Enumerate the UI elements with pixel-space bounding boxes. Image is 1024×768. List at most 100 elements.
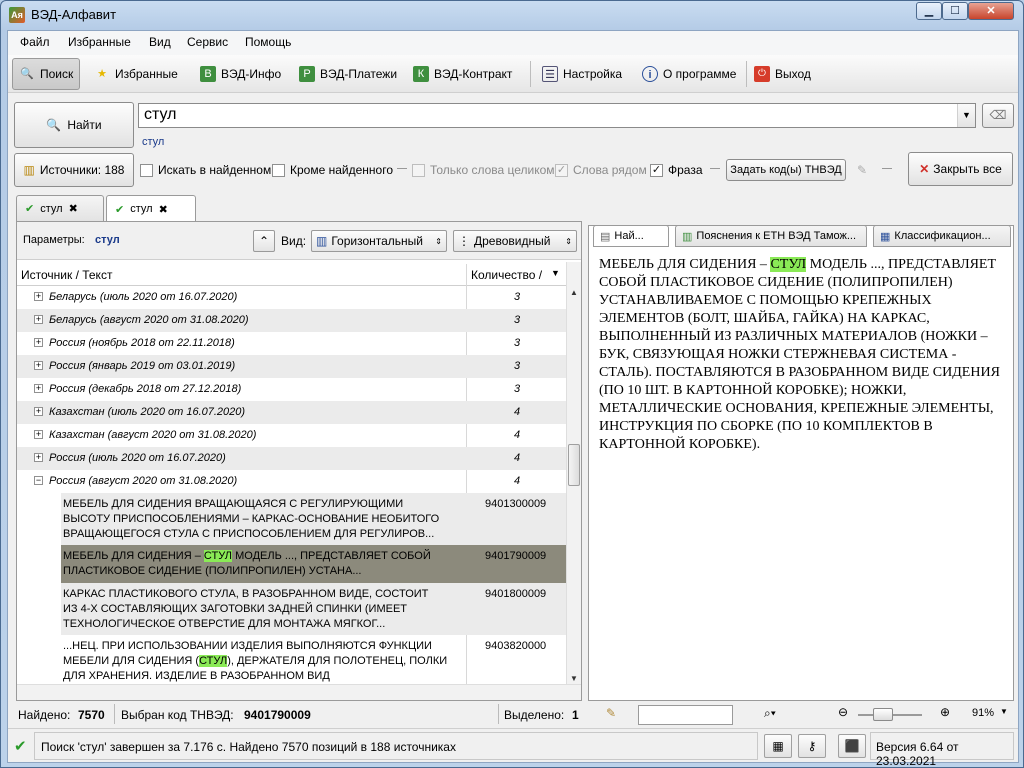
table-row[interactable]: + Россия (декабрь 2018 от 27.12.2018) 3: [17, 378, 567, 401]
find-button[interactable]: 🔍 Найти: [14, 102, 134, 148]
col-count-header[interactable]: Количество /: [471, 268, 542, 282]
brush-icon[interactable]: ✎: [606, 706, 616, 720]
zoom-slider[interactable]: [858, 708, 922, 721]
expand-icon[interactable]: +: [34, 407, 43, 416]
document-icon: ▤: [600, 230, 611, 243]
view-mode-select[interactable]: ▥ Горизонтальный ⇕: [311, 230, 447, 252]
dash-separator: [397, 168, 407, 169]
expand-icon[interactable]: +: [34, 361, 43, 370]
match-highlight: СТУЛ: [203, 550, 233, 562]
table-row[interactable]: + Россия (июль 2020 от 16.07.2020) 4: [17, 447, 567, 470]
expand-icon[interactable]: +: [34, 292, 43, 301]
search-tool-button[interactable]: 🔍 Поиск: [12, 58, 81, 90]
close-all-button[interactable]: ✕ Закрыть все: [908, 152, 1013, 186]
brush-icon[interactable]: ✎: [850, 159, 874, 181]
table-row[interactable]: + Казахстан (август 2020 от 31.08.2020) 4: [17, 424, 567, 447]
scroll-thumb[interactable]: [568, 444, 580, 486]
table-row[interactable]: + Казахстан (июль 2020 от 16.07.2020) 4: [17, 401, 567, 424]
view-mode-value: Горизонтальный: [331, 234, 424, 248]
close-tab-icon[interactable]: ✖: [159, 203, 168, 216]
favorites-button[interactable]: ★ Избранные: [88, 58, 184, 90]
zoom-out-icon[interactable]: ⊖: [838, 705, 848, 719]
tree-mode-select[interactable]: ⋮ Древовидный ⇕: [453, 230, 577, 252]
zoom-slider-knob[interactable]: [873, 708, 893, 721]
expand-icon[interactable]: +: [34, 315, 43, 324]
whole-words-checkbox[interactable]: Только слова целиком: [412, 163, 555, 177]
settings-button[interactable]: ☰ Настройка: [536, 58, 628, 90]
table-row-expanded[interactable]: − Россия (август 2020 от 31.08.2020) 4: [17, 470, 567, 493]
words-nearby-checkbox[interactable]: ✓ Слова рядом: [555, 163, 647, 177]
table-row[interactable]: + Россия (ноябрь 2018 от 22.11.2018) 3: [17, 332, 567, 355]
table-row[interactable]: + Беларусь (август 2020 от 31.08.2020) 3: [17, 309, 567, 332]
query-tab-label: стул: [130, 203, 153, 215]
ved-icon[interactable]: ⬛: [838, 734, 866, 758]
expand-icon[interactable]: +: [34, 338, 43, 347]
chevron-down-icon[interactable]: ▼: [1000, 707, 1008, 716]
list-item[interactable]: МЕБЕЛЬ ДЛЯ СИДЕНИЯ ВРАЩАЮЩАЯСЯ С РЕГУЛИР…: [61, 493, 567, 545]
version-text: Версия 6.64 от 23.03.2021: [870, 732, 1014, 768]
menu-favorites[interactable]: Избранные: [68, 35, 131, 49]
expand-icon[interactable]: +: [34, 453, 43, 462]
vertical-scrollbar[interactable]: ▲ ▼: [566, 262, 581, 686]
sources-label: Источники: 188: [39, 163, 125, 177]
zoom-value[interactable]: 91%: [972, 707, 994, 719]
phrase-checkbox[interactable]: ✓ Фраза: [650, 163, 703, 177]
tab-explanations[interactable]: ▥ Пояснения к ЕТН ВЭД Тамож...: [675, 225, 867, 247]
about-button[interactable]: i О программе: [636, 58, 742, 90]
search-in-found-checkbox[interactable]: Искать в найденном: [140, 163, 271, 177]
search-input[interactable]: стул ▼: [138, 103, 976, 128]
expand-icon[interactable]: +: [34, 384, 43, 393]
clear-search-button[interactable]: ⌫: [982, 103, 1014, 128]
tree-mode-value: Древовидный: [474, 234, 551, 248]
source-name: Россия (июль 2020 от 16.07.2020): [49, 452, 226, 464]
except-found-checkbox[interactable]: Кроме найденного: [272, 163, 393, 177]
keys-icon[interactable]: ⚷: [798, 734, 826, 758]
source-count: 3: [513, 337, 521, 349]
sources-button[interactable]: ▥ Источники: 188: [14, 153, 134, 187]
menu-view[interactable]: Вид: [149, 35, 171, 49]
zoom-in-icon[interactable]: ⊕: [940, 705, 950, 719]
query-tab[interactable]: ✔ стул ✖: [16, 195, 104, 221]
maximize-button[interactable]: ☐: [942, 2, 968, 20]
close-window-button[interactable]: ✕: [968, 2, 1014, 20]
close-tab-icon[interactable]: ✖: [69, 202, 78, 215]
tab-found[interactable]: ▤ Най...: [593, 225, 669, 247]
tab-classification[interactable]: ▦ Классификацион...: [873, 225, 1011, 247]
list-item[interactable]: КАРКАС ПЛАСТИКОВОГО СТУЛА, В РАЗОБРАННОМ…: [61, 583, 567, 635]
status-message: Поиск 'стул' завершен за 7.176 с. Найден…: [34, 732, 758, 760]
ved-payments-button[interactable]: Р ВЭД-Платежи: [293, 58, 403, 90]
binoculars-icon[interactable]: ⌕▾: [764, 706, 776, 721]
chevron-down-icon[interactable]: ▼: [551, 268, 560, 278]
source-count: 4: [513, 406, 521, 418]
source-count: 3: [513, 314, 521, 326]
scroll-up-icon[interactable]: ▲: [567, 286, 581, 300]
list-item-selected[interactable]: МЕБЕЛЬ ДЛЯ СИДЕНИЯ – СТУЛ МОДЕЛЬ ..., ПР…: [61, 545, 567, 583]
collapse-all-button[interactable]: ⌃: [253, 230, 275, 252]
list-item[interactable]: ...НЕЦ. ПРИ ИСПОЛЬЗОВАНИИ ИЗДЕЛИЯ ВЫПОЛН…: [61, 635, 567, 686]
source-name: Россия (август 2020 от 31.08.2020): [49, 475, 238, 487]
table-row[interactable]: + Беларусь (июль 2020 от 16.07.2020) 3: [17, 286, 567, 309]
calculator-icon[interactable]: ▦: [764, 734, 792, 758]
menu-file[interactable]: Файл: [20, 35, 50, 49]
collapse-icon[interactable]: −: [34, 476, 43, 485]
item-code: 9401790009: [485, 550, 547, 562]
menu-help[interactable]: Помощь: [245, 35, 291, 49]
search-query-text: стул: [144, 106, 177, 123]
menu-service[interactable]: Сервис: [187, 35, 228, 49]
horizontal-scrollbar[interactable]: [17, 684, 581, 700]
ved-info-button[interactable]: В ВЭД-Инфо: [194, 58, 287, 90]
table-row[interactable]: + Россия (январь 2019 от 03.01.2019) 3: [17, 355, 567, 378]
expand-icon[interactable]: +: [34, 430, 43, 439]
toolbar: 🔍 Поиск ★ Избранные В ВЭД-Инфо Р ВЭД-Пла…: [8, 55, 1018, 93]
find-in-text-input[interactable]: [638, 705, 733, 725]
minimize-button[interactable]: ▁: [916, 2, 942, 20]
query-tab-active[interactable]: ✔ стул ✖: [106, 195, 196, 222]
col-source-header[interactable]: Источник / Текст: [21, 268, 112, 282]
search-history-dropdown[interactable]: ▼: [957, 104, 975, 127]
ved-contract-button[interactable]: К ВЭД-Контракт: [407, 58, 518, 90]
source-count: 4: [513, 475, 521, 487]
exit-button[interactable]: ⏻ Выход: [748, 58, 817, 90]
star-icon: ★: [97, 68, 107, 80]
code-value: 9401790009: [244, 708, 311, 722]
set-codes-button[interactable]: Задать код(ы) ТНВЭД: [726, 159, 846, 181]
